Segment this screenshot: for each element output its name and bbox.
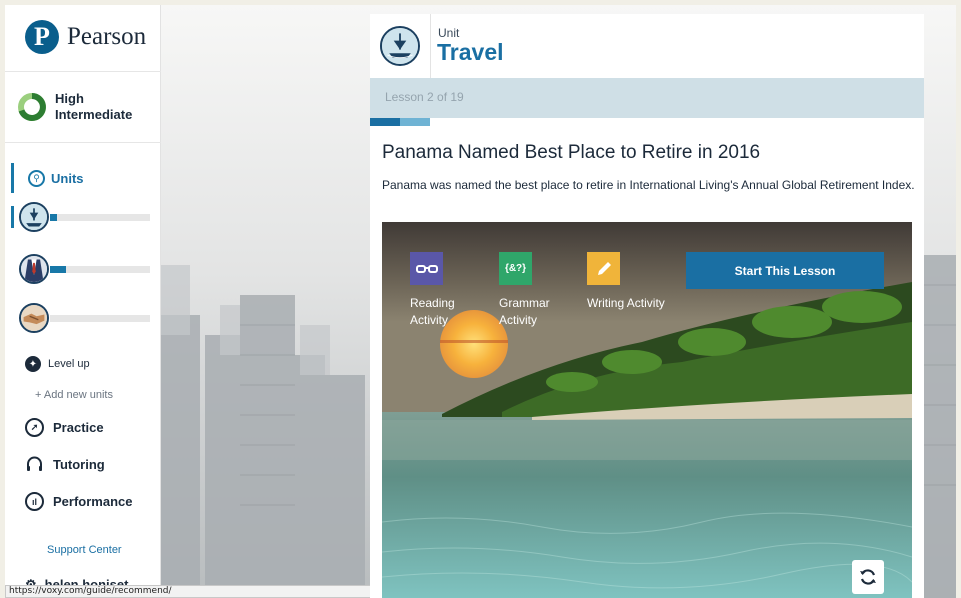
pencil-icon: [587, 252, 620, 285]
activity-label-line1: Grammar: [499, 296, 550, 310]
unit-item-partnership[interactable]: [17, 303, 151, 335]
unit-progress-track: [50, 315, 150, 322]
activity-label-line2: Activity: [499, 313, 538, 327]
units-label: Units: [51, 170, 84, 186]
level-up-icon: ✦: [25, 356, 41, 372]
sidebar-item-units[interactable]: ⚲ Units: [11, 163, 161, 193]
unit-progress-track: [50, 214, 150, 221]
level-progress-ring-icon: [18, 93, 46, 121]
current-lesson-segment: [400, 118, 430, 126]
level-up-link[interactable]: ✦ Level up: [25, 356, 90, 372]
lesson-hero-image: Reading Activity {&?} Grammar Activity W…: [382, 222, 912, 598]
headset-icon: [27, 456, 42, 471]
header-separator: [430, 14, 431, 78]
grammar-activity-label: Grammar Activity: [499, 295, 579, 329]
unit-item-travel[interactable]: [11, 202, 151, 234]
level-line1: High: [55, 91, 84, 106]
level-indicator[interactable]: High Intermediate: [17, 91, 132, 123]
brand-name: Pearson: [67, 23, 147, 50]
lesson-description: Panama was named the best place to retir…: [382, 178, 915, 192]
travel-unit-icon: [19, 202, 49, 232]
nav-label: Practice: [53, 420, 104, 435]
grammar-activity[interactable]: {&?} Grammar Activity: [499, 252, 579, 329]
refresh-button[interactable]: [852, 560, 884, 594]
browser-status-bar: https://voxy.com/guide/recommend/: [5, 585, 389, 598]
unit-header: Unit Travel: [370, 14, 924, 78]
completed-lesson-segment: [370, 118, 400, 126]
grammar-icon: {&?}: [499, 252, 532, 285]
unit-progress-track: [50, 266, 150, 273]
pearson-logo[interactable]: P Pearson: [25, 17, 146, 57]
unit-item-business[interactable]: [17, 254, 151, 286]
active-unit-marker: [11, 206, 14, 228]
compass-icon: ➚: [25, 418, 44, 437]
sidebar-item-tutoring[interactable]: Tutoring: [25, 455, 105, 474]
divider: [5, 142, 161, 143]
support-center-link[interactable]: Support Center: [47, 544, 122, 556]
nav-label: Tutoring: [53, 457, 105, 472]
sidebar-item-performance[interactable]: ıl Performance: [25, 492, 132, 511]
add-units-link[interactable]: + Add new units: [35, 389, 113, 401]
reading-activity-label: Reading Activity: [410, 295, 490, 329]
sidebar-item-practice[interactable]: ➚ Practice: [25, 418, 104, 437]
lesson-progress-bar: Lesson 2 of 19: [370, 78, 924, 118]
unit-progress-fill: [50, 266, 66, 273]
handshake-unit-icon: [19, 303, 49, 333]
lesson-card: Unit Travel Lesson 2 of 19 Panama Named …: [370, 14, 924, 598]
nav-label: Performance: [53, 494, 133, 509]
level-line2: Intermediate: [55, 107, 133, 122]
level-up-label: Level up: [48, 358, 90, 370]
start-lesson-button[interactable]: Start This Lesson: [686, 252, 884, 289]
chart-icon: ıl: [25, 492, 44, 511]
business-unit-icon: [19, 254, 49, 284]
refresh-icon: [860, 569, 876, 585]
level-label: High Intermediate: [55, 91, 132, 123]
unit-kicker: Unit: [438, 26, 460, 40]
unit-title: Travel: [437, 39, 504, 65]
lesson-title: Panama Named Best Place to Retire in 201…: [382, 142, 761, 163]
units-icon: ⚲: [28, 169, 45, 187]
writing-activity-label: Writing Activity: [587, 296, 665, 310]
reading-activity[interactable]: Reading Activity: [410, 252, 490, 329]
lesson-count: Lesson 2 of 19: [385, 90, 464, 104]
glasses-icon: [410, 252, 443, 285]
activity-label-line1: Reading: [410, 296, 455, 310]
lesson-progress-strip: [370, 118, 924, 126]
pearson-logo-icon: P: [25, 20, 59, 54]
activity-label-line2: Activity: [410, 313, 449, 327]
writing-activity[interactable]: Writing Activity: [587, 252, 687, 312]
travel-unit-badge-icon: [380, 26, 420, 66]
sidebar: P Pearson High Intermediate ⚲ Units ✦ Le…: [5, 5, 161, 598]
divider: [5, 71, 161, 72]
unit-progress-fill: [50, 214, 57, 221]
